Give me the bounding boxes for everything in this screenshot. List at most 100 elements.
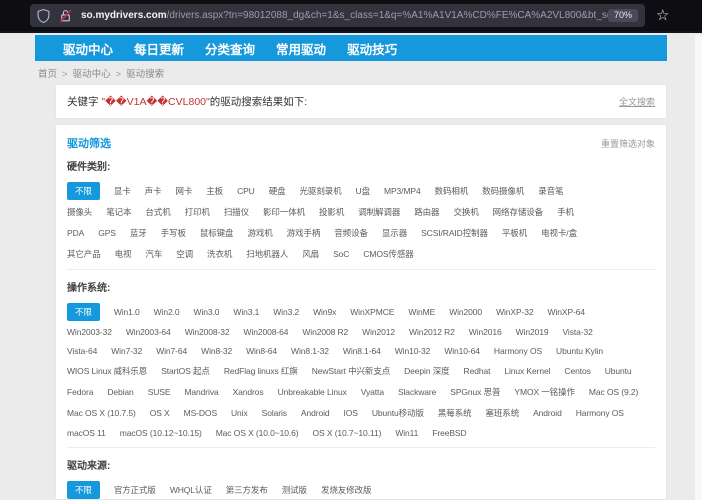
filter-option[interactable]: Mac OS X (10.0~10.6)	[216, 428, 299, 438]
reset-filter-link[interactable]: 重置筛选对象	[601, 137, 655, 150]
filter-option[interactable]: Mac OS (9.2)	[589, 387, 638, 397]
filter-option[interactable]: Win2008-32	[185, 327, 230, 337]
filter-option[interactable]: 测试版	[282, 484, 307, 496]
filter-option[interactable]: 调制解调器	[358, 206, 400, 218]
filter-option[interactable]: Fedora	[67, 387, 93, 397]
filter-option[interactable]: 游戏机	[247, 227, 272, 239]
shield-icon[interactable]	[37, 8, 50, 23]
filter-option[interactable]: Vista-32	[563, 327, 593, 337]
filter-option[interactable]: MS-DOS	[184, 408, 218, 418]
filter-option[interactable]: Win3.1	[233, 307, 259, 317]
filter-option[interactable]: Mac OS X (10.7.5)	[67, 408, 136, 418]
filter-option[interactable]: 录音笔	[538, 185, 563, 197]
filter-option[interactable]: Win3.0	[194, 307, 220, 317]
filter-option[interactable]: YMOX 一铭操作	[514, 386, 575, 398]
filter-option[interactable]: FreeBSD	[432, 428, 466, 438]
filter-option[interactable]: SPGnux 思普	[450, 386, 500, 398]
filter-option[interactable]: 鼠标键盘	[200, 227, 234, 239]
filter-option[interactable]: Unbreakable Linux	[278, 387, 347, 397]
filter-option[interactable]: U盘	[356, 185, 371, 197]
insecure-lock-icon[interactable]	[59, 9, 72, 23]
filter-option[interactable]: 笔记本	[106, 206, 131, 218]
filter-option[interactable]: Centos	[564, 366, 590, 376]
filter-option[interactable]: 游戏手柄	[287, 227, 321, 239]
filter-option[interactable]: 影印一体机	[263, 206, 305, 218]
filter-option[interactable]: 扫描仪	[224, 206, 249, 218]
filter-option[interactable]: IOS	[344, 408, 358, 418]
filter-option[interactable]: Win2012 R2	[409, 327, 455, 337]
filter-option[interactable]: Win8.1-32	[291, 346, 329, 356]
filter-option[interactable]: CPU	[237, 186, 255, 196]
filter-option[interactable]: RedFlag linuxs 红旗	[224, 365, 298, 377]
filter-option[interactable]: 硬盘	[269, 185, 286, 197]
filter-option[interactable]: 电视	[115, 248, 132, 260]
filter-option[interactable]: WinME	[408, 307, 435, 317]
filter-option[interactable]: 黑莓系统	[438, 407, 472, 419]
filter-option[interactable]: 交换机	[453, 206, 478, 218]
filter-option[interactable]: Win1.0	[114, 307, 140, 317]
nav-item[interactable]: 驱动技巧	[347, 39, 397, 58]
filter-option[interactable]: 空调	[176, 248, 193, 260]
filter-option[interactable]: NewStart 中兴新支点	[312, 365, 391, 377]
filter-option[interactable]: WinXP-32	[496, 307, 534, 317]
filter-option[interactable]: 数码相机	[435, 185, 469, 197]
filter-option[interactable]: GPS	[98, 228, 116, 238]
filter-option[interactable]: CMOS传感器	[363, 248, 413, 260]
filter-option-selected[interactable]: 不限	[67, 182, 100, 200]
filter-option[interactable]: 发烧友修改版	[321, 484, 372, 496]
filter-option[interactable]: Linux Kernel	[504, 366, 550, 376]
filter-option[interactable]: Win10-32	[395, 346, 431, 356]
filter-option[interactable]: Ubuntu	[605, 366, 632, 376]
filter-option[interactable]: 手机	[557, 206, 574, 218]
filter-option[interactable]: Harmony OS	[494, 346, 542, 356]
filter-option[interactable]: Redhat	[464, 366, 491, 376]
filter-option[interactable]: 音频设备	[334, 227, 368, 239]
filter-option[interactable]: Win7-32	[111, 346, 142, 356]
filter-option[interactable]: Win8-32	[201, 346, 232, 356]
filter-option[interactable]: OS X (10.7~10.11)	[313, 428, 382, 438]
filter-option[interactable]: 台式机	[145, 206, 170, 218]
filter-option[interactable]: MP3/MP4	[384, 186, 421, 196]
filter-option[interactable]: 风扇	[302, 248, 319, 260]
filter-option[interactable]: Mandriva	[184, 387, 218, 397]
filter-option[interactable]: macOS (10.12~10.15)	[120, 428, 202, 438]
filter-option[interactable]: 平板机	[502, 227, 527, 239]
filter-option[interactable]: Win2012	[362, 327, 395, 337]
filter-option[interactable]: OS X	[150, 408, 170, 418]
filter-option[interactable]: Win3.2	[273, 307, 299, 317]
filter-option[interactable]: 网卡	[175, 185, 192, 197]
filter-option[interactable]: Win8.1-64	[343, 346, 381, 356]
filter-option[interactable]: WinXPMCE	[350, 307, 394, 317]
scrollbar[interactable]	[695, 35, 702, 500]
fulltext-search-link[interactable]: 全文搜索	[619, 95, 655, 108]
filter-option-selected[interactable]: 不限	[67, 303, 100, 321]
filter-option[interactable]: Win9x	[313, 307, 336, 317]
filter-option[interactable]: 摄像头	[67, 206, 92, 218]
filter-option[interactable]: Slackware	[398, 387, 436, 397]
filter-option[interactable]: 塞班系统	[486, 407, 520, 419]
filter-option[interactable]: Android	[533, 408, 562, 418]
filter-option[interactable]: 蓝牙	[130, 227, 147, 239]
filter-option[interactable]: 投影机	[319, 206, 344, 218]
filter-option[interactable]: Android	[301, 408, 330, 418]
filter-option-selected[interactable]: 不限	[67, 481, 100, 499]
filter-option[interactable]: 扫地机器人	[246, 248, 288, 260]
filter-option[interactable]: 打印机	[185, 206, 210, 218]
nav-item[interactable]: 常用驱动	[276, 39, 326, 58]
filter-option[interactable]: Solaris	[262, 408, 287, 418]
filter-option[interactable]: 洗衣机	[207, 248, 232, 260]
filter-option[interactable]: Ubuntu移动版	[372, 407, 424, 419]
filter-option[interactable]: StartOS 起点	[161, 365, 210, 377]
filter-option[interactable]: 数码摄像机	[482, 185, 524, 197]
filter-option[interactable]: WinXP-64	[548, 307, 586, 317]
filter-option[interactable]: Win2.0	[154, 307, 180, 317]
filter-option[interactable]: Win2019	[516, 327, 549, 337]
filter-option[interactable]: 光驱刻录机	[300, 185, 342, 197]
nav-item[interactable]: 分类查询	[205, 39, 255, 58]
breadcrumb-item[interactable]: 驱动中心	[73, 69, 111, 80]
filter-option[interactable]: Deepin 深度	[404, 365, 450, 377]
filter-option[interactable]: 第三方发布	[226, 484, 268, 496]
filter-option[interactable]: PDA	[67, 228, 84, 238]
filter-option[interactable]: 主板	[206, 185, 223, 197]
zoom-level-badge[interactable]: 70%	[607, 9, 638, 22]
